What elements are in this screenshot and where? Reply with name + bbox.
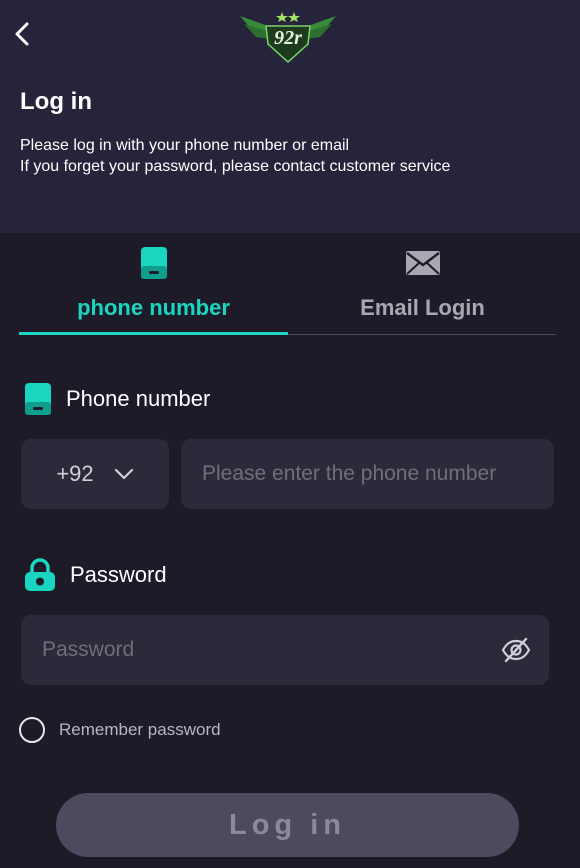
remember-password-option[interactable]: Remember password: [19, 717, 221, 743]
field-label-text: Password: [70, 562, 167, 587]
password-input[interactable]: [21, 615, 549, 685]
password-label: Password: [24, 558, 167, 592]
header: 92r Log in Please log in with your phone…: [0, 0, 580, 233]
phone-icon: [25, 383, 51, 415]
phone-icon: [140, 245, 168, 281]
password-input-container: [21, 615, 549, 685]
toggle-password-visibility-button[interactable]: [501, 636, 531, 664]
page-title: Log in: [20, 88, 92, 115]
tab-divider: [288, 334, 556, 335]
tab-email-login[interactable]: Email Login: [288, 233, 557, 333]
eye-off-icon: [501, 637, 531, 663]
chevron-down-icon: [114, 468, 133, 480]
active-tab-indicator: [19, 332, 288, 335]
phone-number-input[interactable]: [181, 439, 554, 509]
country-code-value: +92: [56, 461, 94, 486]
description-line: Please log in with your phone number or …: [20, 137, 350, 154]
tab-phone-number[interactable]: phone number: [19, 233, 288, 333]
field-label-text: Phone number: [66, 386, 211, 411]
remember-password-checkbox[interactable]: [19, 717, 45, 743]
description-line: If you forget your password, please cont…: [20, 158, 451, 175]
remember-password-label: Remember password: [59, 720, 221, 739]
country-code-select[interactable]: +92: [21, 439, 169, 509]
tab-label: Email Login: [360, 295, 485, 320]
tab-label: phone number: [77, 295, 230, 320]
chevron-left-icon: [15, 22, 29, 46]
login-button[interactable]: Log in: [56, 793, 519, 857]
phone-number-label: Phone number: [24, 382, 210, 416]
login-description: Please log in with your phone number or …: [20, 135, 450, 177]
login-method-tabs: phone number Email Login: [0, 233, 580, 336]
logo-text: 92r: [274, 27, 302, 49]
phone-input-container: [181, 439, 554, 509]
back-button[interactable]: [10, 20, 34, 48]
lock-icon: [25, 558, 55, 591]
logo: 92r: [240, 12, 336, 64]
mail-icon: [405, 245, 441, 281]
